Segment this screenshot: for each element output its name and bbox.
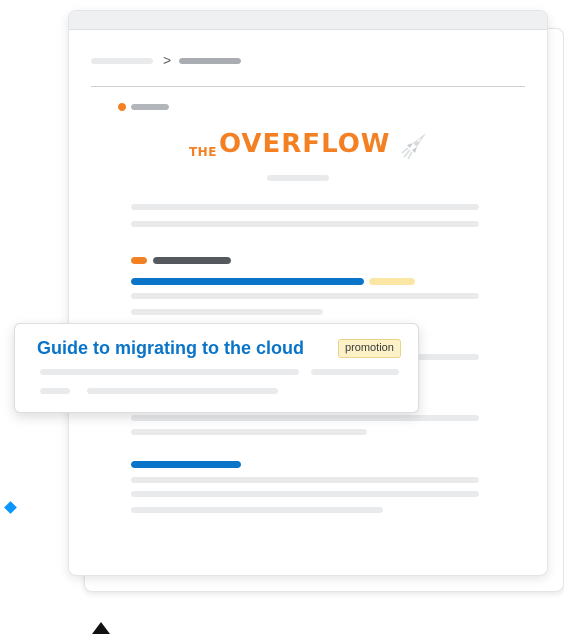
text-line xyxy=(131,415,479,421)
text-line xyxy=(131,221,479,227)
section-heading-placeholder xyxy=(153,257,231,264)
text-line xyxy=(417,354,479,360)
promotion-badge: promotion xyxy=(338,339,401,358)
triangle-shape xyxy=(92,622,110,634)
breadcrumb-separator: > xyxy=(163,52,172,68)
text-line xyxy=(131,204,479,210)
promotion-card[interactable]: Guide to migrating to the cloud promotio… xyxy=(14,323,419,413)
the-overflow-logo: THE OVERFLOW xyxy=(189,123,449,175)
link-placeholder[interactable] xyxy=(131,461,241,468)
text-line xyxy=(87,388,278,394)
text-line xyxy=(131,507,383,513)
orange-dot xyxy=(118,103,126,111)
text-line xyxy=(131,293,479,299)
text-line xyxy=(131,429,367,435)
text-line xyxy=(40,388,70,394)
text-line xyxy=(40,369,299,375)
badge-placeholder xyxy=(369,278,415,285)
section-accent-pill xyxy=(131,257,147,264)
logo-prefix: THE xyxy=(189,145,217,159)
illustration-stage: > THE OVERFLOW Guide to migrating to the… xyxy=(0,0,564,634)
breadcrumb-item-placeholder xyxy=(91,58,153,64)
link-placeholder[interactable] xyxy=(131,278,364,285)
text-line xyxy=(131,309,323,315)
text-line xyxy=(131,491,479,497)
window-top-bar xyxy=(69,11,547,30)
newsletter-page: > THE OVERFLOW xyxy=(68,10,548,576)
header-divider xyxy=(91,86,525,87)
diamond-shape xyxy=(4,501,17,514)
text-line xyxy=(131,477,479,483)
text-line xyxy=(311,369,399,375)
tag-placeholder xyxy=(131,104,169,110)
rocket-icon xyxy=(401,133,426,160)
breadcrumb-current-placeholder xyxy=(179,58,241,64)
logo-word: OVERFLOW xyxy=(219,129,391,159)
promotion-title-link[interactable]: Guide to migrating to the cloud xyxy=(37,337,304,359)
logo-subtitle-placeholder xyxy=(267,175,329,181)
